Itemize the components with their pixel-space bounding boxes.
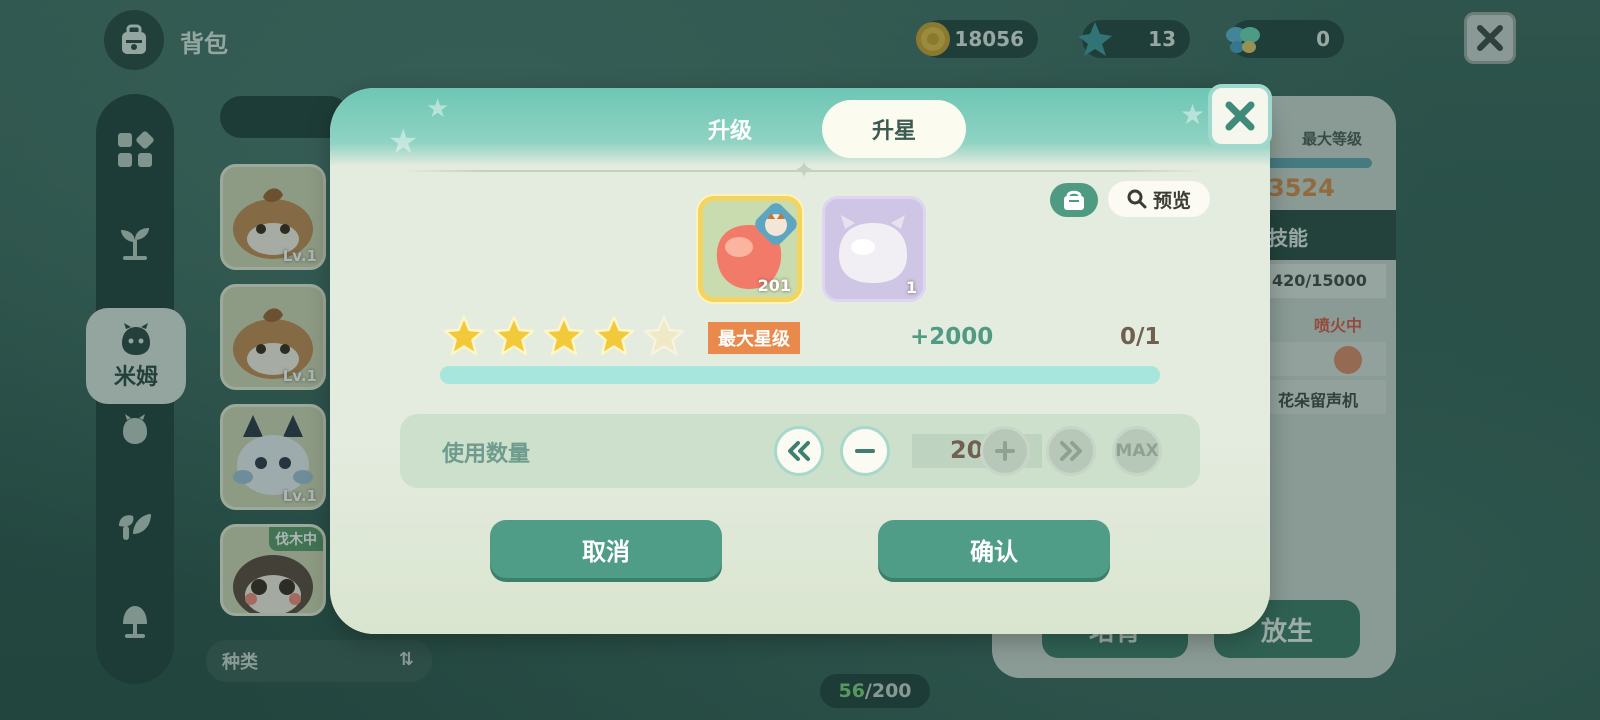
- divider-sparkle-icon: ✦: [794, 156, 815, 184]
- quantity-panel: 使用数量 200 MAX: [400, 414, 1200, 488]
- material-slot-selected[interactable]: 201: [698, 196, 802, 302]
- decor-star-icon: ★: [426, 94, 450, 124]
- dialog-close-button[interactable]: [1208, 84, 1272, 148]
- star-filled-icon: [593, 315, 635, 356]
- quantity-decrease-button[interactable]: [840, 426, 890, 476]
- preview-button[interactable]: 预览: [1108, 181, 1210, 217]
- tab-upgrade[interactable]: 升级: [660, 100, 800, 158]
- star-filled-icon: [493, 315, 535, 356]
- close-icon: [1225, 101, 1255, 131]
- sell-button[interactable]: [1050, 183, 1098, 217]
- material-slot[interactable]: 1: [822, 196, 926, 302]
- exp-gain: +2000: [910, 324, 994, 350]
- material-count: 201: [757, 276, 791, 295]
- star-filled-icon: [543, 315, 585, 356]
- quantity-label: 使用数量: [442, 442, 531, 467]
- star-empty-icon: [643, 315, 685, 356]
- quantity-max-button[interactable]: MAX: [1112, 426, 1162, 476]
- star-rating: [442, 314, 686, 358]
- double-chevron-right-icon: [1060, 441, 1082, 461]
- star-filled-icon: [443, 315, 485, 356]
- star-progress-bar: [440, 366, 1160, 384]
- tab-star-up[interactable]: 升星: [822, 100, 966, 158]
- quantity-increase-button[interactable]: [980, 426, 1030, 476]
- star-up-dialog: ★ ★ ★ 升级 升星 ✦ 预览 201 1 最大星级 +2000 0/1 使用…: [330, 88, 1270, 634]
- minus-icon: [855, 449, 875, 453]
- max-star-badge: 最大星级: [708, 322, 800, 354]
- double-chevron-left-icon: [788, 441, 810, 461]
- material-count: 1: [905, 278, 917, 297]
- confirm-button[interactable]: 确认: [878, 520, 1110, 578]
- dialog-header: [330, 88, 1270, 166]
- decor-star-icon: ★: [388, 122, 419, 162]
- decor-star-icon: ★: [1180, 98, 1206, 131]
- basket-icon: [1064, 190, 1084, 210]
- cancel-button[interactable]: 取消: [490, 520, 722, 578]
- quantity-max-step-button[interactable]: [1046, 426, 1096, 476]
- star-progress-ratio: 0/1: [1120, 324, 1161, 350]
- search-icon: [1127, 189, 1147, 209]
- preview-label: 预览: [1152, 189, 1191, 212]
- quantity-min-button[interactable]: [774, 426, 824, 476]
- plus-icon: [995, 441, 1015, 461]
